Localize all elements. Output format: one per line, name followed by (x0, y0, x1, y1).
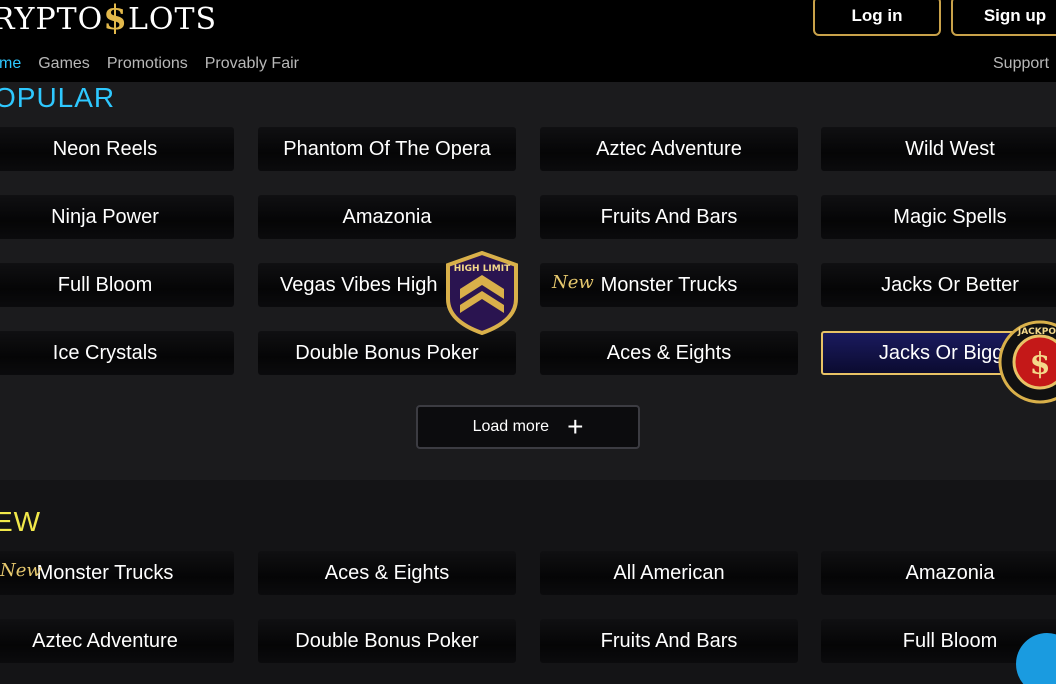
site-header: RYPTO$LOTS Log in Sign up me Games Promo… (0, 0, 1056, 82)
new-tag: New (0, 560, 42, 581)
game-tile[interactable]: Aztec Adventure (540, 127, 798, 171)
game-tile[interactable]: Jacks Or Better (821, 263, 1056, 307)
game-tile[interactable]: Magic Spells (821, 195, 1056, 239)
game-tile[interactable]: Wild West (821, 127, 1056, 171)
site-logo[interactable]: RYPTO$LOTS (0, 0, 217, 38)
game-tile[interactable]: Aztec Adventure (0, 619, 234, 663)
game-tile[interactable]: Amazonia (258, 195, 516, 239)
popular-title: OPULAR (0, 82, 116, 113)
high-limit-badge-text: HIGH LIMIT (454, 264, 511, 274)
logo-dollar-icon: $ (103, 0, 128, 38)
signup-button[interactable]: Sign up (951, 0, 1056, 36)
new-section: EW Monster Trucks Aces & Eights All Amer… (0, 480, 1056, 684)
new-title: EW (0, 506, 42, 537)
game-tile[interactable]: Fruits And Bars (540, 195, 798, 239)
jackpot-badge-icon: $ JACKPOT (998, 320, 1056, 404)
main-nav: me Games Promotions Provably Fair (0, 55, 316, 77)
load-more-label: Load more (472, 418, 550, 435)
game-tile[interactable]: Ninja Power (0, 195, 234, 239)
game-tile[interactable]: Fruits And Bars (540, 619, 798, 663)
plus-icon: + (567, 411, 584, 442)
game-tile[interactable]: Double Bonus Poker (258, 331, 516, 375)
svg-text:$: $ (1030, 347, 1051, 382)
nav-support[interactable]: Support (993, 55, 1049, 73)
new-tag: New (552, 272, 594, 293)
jackpot-badge-text: JACKPOT (1017, 327, 1056, 337)
game-tile[interactable]: Full Bloom (0, 263, 234, 307)
nav-provably-fair[interactable]: Provably Fair (205, 55, 299, 77)
game-tile[interactable]: Amazonia (821, 551, 1056, 595)
logo-text-right: LOTS (127, 2, 218, 37)
game-tile[interactable]: Aces & Eights (258, 551, 516, 595)
game-tile[interactable]: Double Bonus Poker (258, 619, 516, 663)
nav-games[interactable]: Games (38, 55, 90, 77)
game-tile[interactable]: Phantom Of The Opera (258, 127, 516, 171)
nav-home[interactable]: me (0, 55, 21, 77)
game-tile[interactable]: Neon Reels (0, 127, 234, 171)
nav-promotions[interactable]: Promotions (107, 55, 188, 77)
logo-text-left: RYPTO (0, 2, 104, 37)
popular-section: OPULAR Neon Reels Phantom Of The Opera A… (0, 82, 1056, 480)
high-limit-badge-icon: HIGH LIMIT (446, 251, 518, 335)
login-button[interactable]: Log in (813, 0, 941, 36)
game-tile[interactable]: All American (540, 551, 798, 595)
game-tile[interactable]: Ice Crystals (0, 331, 234, 375)
casino-page: RYPTO$LOTS Log in Sign up me Games Promo… (0, 0, 1056, 684)
load-more-button[interactable]: Load more + (416, 405, 640, 449)
game-tile[interactable]: Aces & Eights (540, 331, 798, 375)
